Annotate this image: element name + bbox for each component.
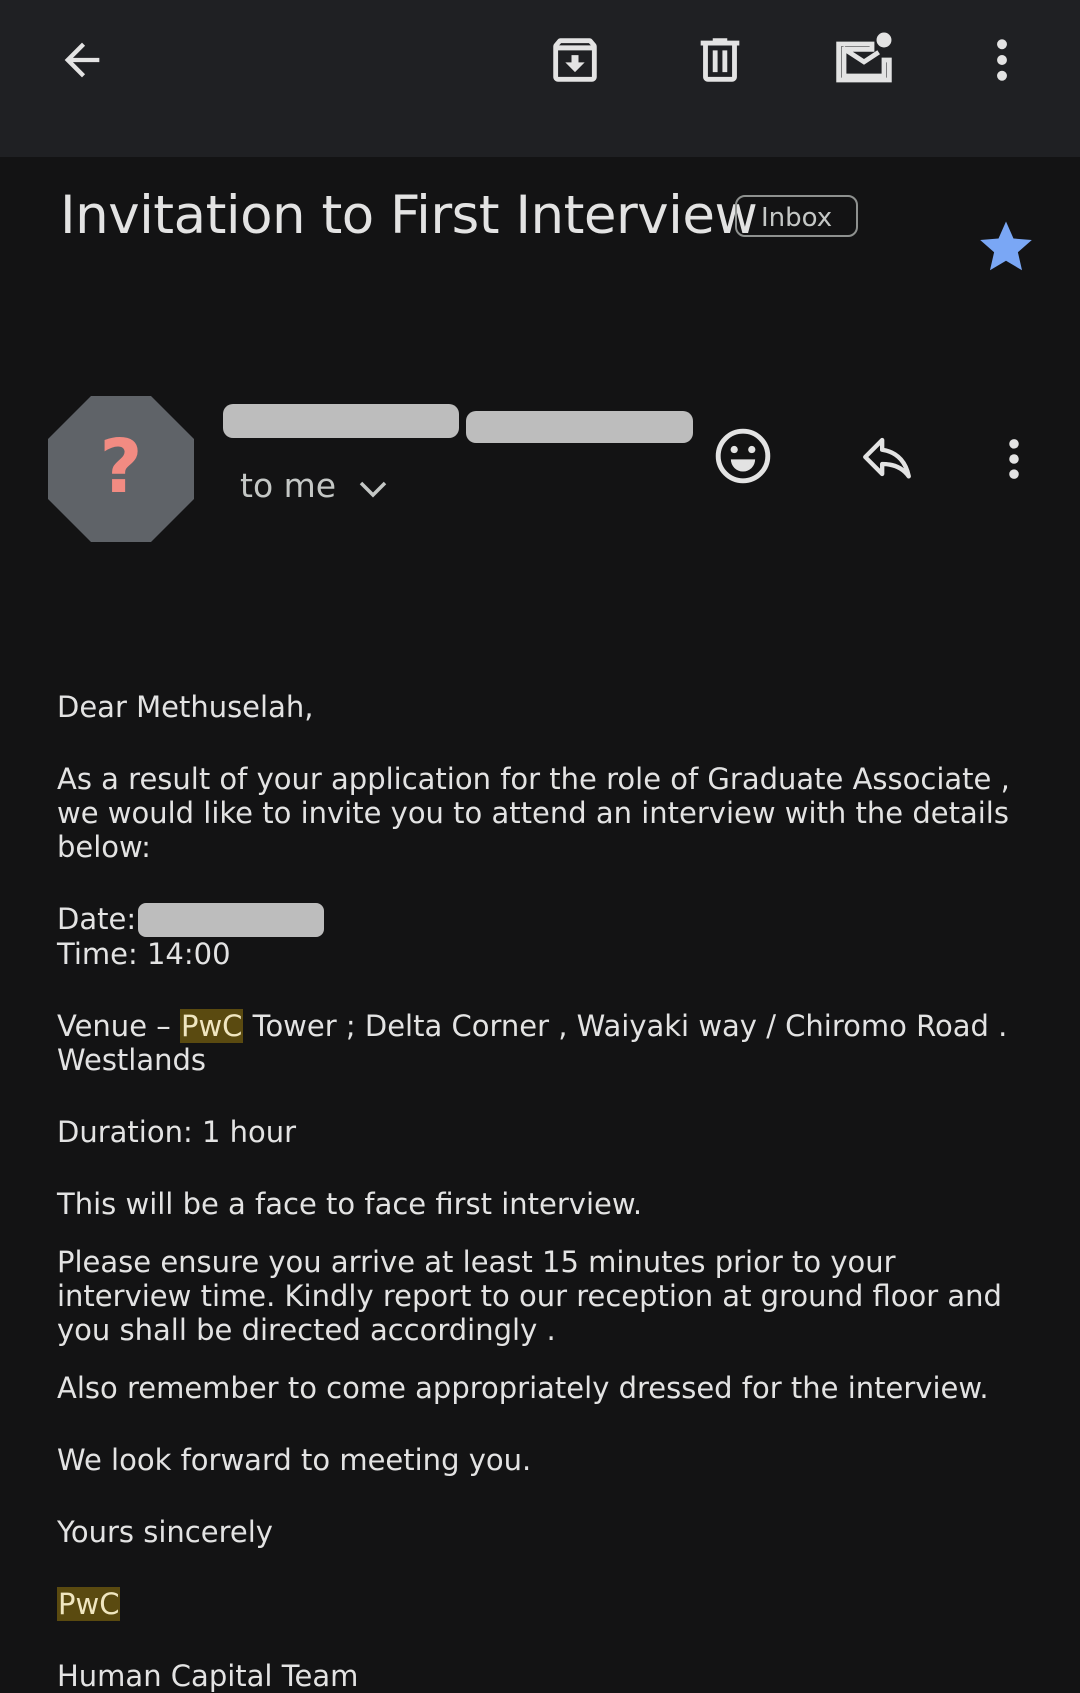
emoji-reaction-icon[interactable] [712,425,774,487]
closing-line: We look forward to meeting you. [57,1443,532,1477]
format-line: This will be a face to face first interv… [57,1187,643,1221]
date-label: Date: [57,902,137,936]
arrival-paragraph: Please ensure you arrive at least 15 min… [57,1245,1002,1347]
more-vert-icon[interactable] [975,30,1029,90]
recipient-toggle[interactable]: to me [240,466,388,505]
email-subject: Invitation to First Interview [60,185,758,246]
venue-line: Venue – PwC Tower ; Delta Corner , Waiya… [57,1009,1017,1077]
company-signature: PwC [57,1587,121,1621]
recipient-label: to me [240,466,337,505]
inbox-label-badge[interactable]: Inbox [735,195,859,237]
date-redaction [138,903,325,937]
archive-icon[interactable] [545,30,605,90]
venue-company-highlight: PwC [179,1009,244,1043]
arrow-back-icon[interactable] [52,30,112,90]
chevron-down-icon [359,481,387,497]
intro-paragraph: As a result of your application for the … [57,762,1010,864]
message-more-icon[interactable] [988,430,1040,488]
signoff-line: Yours sincerely [57,1515,273,1549]
dress-line: Also remember to come appropriately dres… [57,1371,989,1405]
email-body: Dear Methuselah, As a result of your app… [57,690,1017,1693]
top-app-bar [0,0,1080,157]
date-line: Date: [57,902,1017,937]
star-icon[interactable] [975,215,1037,281]
sender-avatar[interactable]: ? [48,396,194,546]
sender-email-redaction [466,411,693,443]
reply-icon[interactable] [855,428,919,486]
delete-icon[interactable] [690,30,750,90]
time-line: Time: 14:00 [57,937,231,971]
duration-line: Duration: 1 hour [57,1115,297,1149]
sender-name-redaction [223,404,459,438]
team-signature: Human Capital Team [57,1659,359,1693]
mark-unread-icon[interactable] [832,28,896,92]
avatar-question-mark: ? [100,424,143,510]
venue-prefix: Venue – [57,1009,180,1043]
greeting: Dear Methuselah, [57,690,314,724]
